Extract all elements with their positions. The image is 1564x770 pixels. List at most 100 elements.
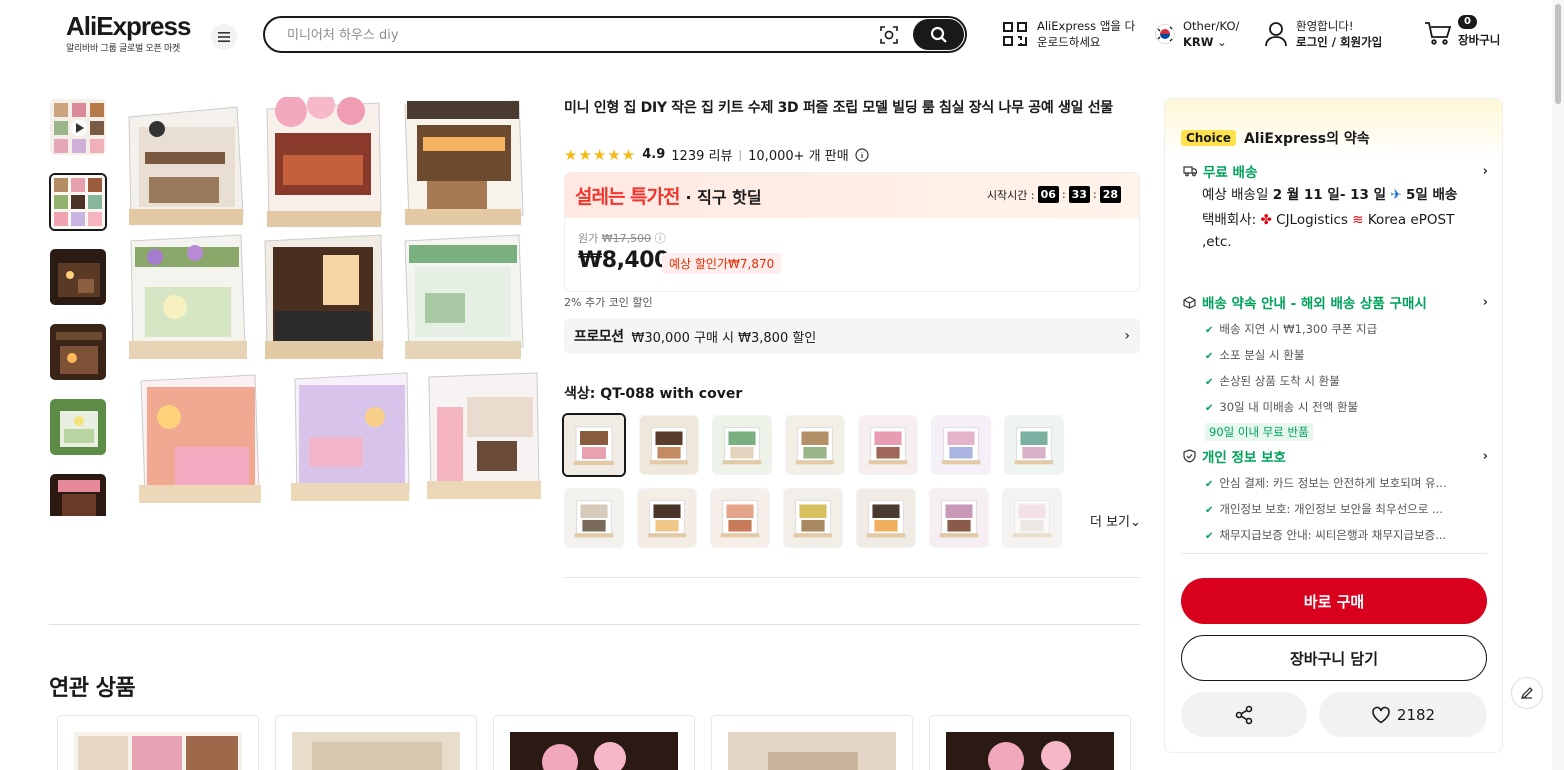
thumbnail-grid[interactable] — [49, 173, 107, 231]
heart-icon — [1372, 706, 1390, 723]
room-fridge-kitchen — [427, 372, 541, 499]
product-main-image[interactable] — [125, 97, 545, 517]
logo-text: AliExpress — [66, 11, 191, 41]
deal-name: 설레는 특가전 — [575, 186, 680, 208]
region-selector[interactable]: Other/KO/ KRW ⌄ — [1155, 18, 1239, 50]
app-download-line1: AliExpress 앱을 다 — [1037, 19, 1136, 33]
chevron-down-icon: ⌄ — [1217, 35, 1227, 49]
wishlist-button[interactable]: 2182 — [1319, 692, 1487, 737]
star-rating-icon: ★★★★★ — [564, 145, 637, 164]
color-swatch[interactable] — [562, 413, 626, 477]
timer-seconds: 28 — [1099, 186, 1121, 203]
color-swatch[interactable] — [929, 488, 989, 548]
privacy-section[interactable]: 개인 정보 보호 › ✔ 안심 결제: 카드 정보는 안전하게 보호되며 유...… — [1183, 446, 1488, 549]
color-swatch[interactable] — [931, 415, 991, 475]
color-swatch[interactable] — [858, 415, 918, 475]
related-products-list — [57, 715, 1131, 770]
buy-now-button[interactable]: 바로 구매 — [1181, 578, 1487, 624]
share-button[interactable] — [1181, 692, 1307, 737]
scroll-thumb[interactable] — [1555, 4, 1561, 104]
deal-subtitle: · 직구 핫딜 — [685, 187, 762, 207]
list-item: ✔ 개인정보 보호: 개인정보 보안을 최우선으로 ... — [1205, 502, 1443, 516]
epost-logo-icon: ≋ — [1352, 212, 1364, 228]
deal-banner: 설레는 특가전 · 직구 핫딜 시작시간 : 06 : 33 : 28 — [565, 173, 1139, 218]
color-swatch[interactable] — [710, 488, 770, 548]
choice-header: Choice AliExpress의 약속 — [1165, 99, 1502, 159]
room-cherry — [266, 97, 382, 227]
related-product-card[interactable] — [493, 715, 695, 770]
add-to-cart-button[interactable]: 장바구니 담기 — [1181, 635, 1487, 681]
rating-row[interactable]: ★★★★★ 4.9 1239 리뷰 | 10,000+ 개 판매 — [564, 145, 869, 164]
color-swatch[interactable] — [712, 415, 772, 475]
thumbnail-strip — [49, 98, 109, 516]
related-product-card[interactable] — [57, 715, 259, 770]
page-scrollbar[interactable] — [1552, 0, 1564, 770]
color-swatch[interactable] — [856, 488, 916, 548]
logo-subtitle: 알리바바 그룹 글로벌 오픈 마켓 — [66, 44, 180, 54]
menu-icon[interactable] — [211, 24, 237, 50]
thumbnail-video[interactable] — [49, 98, 107, 156]
promotion-bar[interactable]: 프로모션 ₩30,000 구매 시 ₩3,800 할인 › — [564, 318, 1140, 354]
color-swatch[interactable] — [564, 488, 624, 548]
pencil-icon — [1520, 687, 1533, 700]
delivery-days: 5일 배송 — [1405, 187, 1458, 203]
choice-title: AliExpress의 약속 — [1243, 131, 1370, 147]
divider — [564, 577, 1140, 578]
plane-icon: ✈ — [1390, 187, 1402, 203]
related-product-card[interactable] — [929, 715, 1131, 770]
shipping-section[interactable]: 무료 배송 › 예상 배송일 2 월 11 일- 13 일 ✈ 5일 배송 택배… — [1183, 161, 1488, 253]
thumbnail-5[interactable] — [49, 398, 107, 456]
aliexpress-logo[interactable]: AliExpress 알리바바 그룹 글로벌 오픈 마켓 — [66, 12, 196, 54]
divider — [1181, 553, 1487, 554]
info-icon[interactable] — [855, 147, 869, 162]
carrier-name: CJLogistics — [1276, 212, 1348, 228]
wishlist-count: 2182 — [1396, 705, 1436, 724]
room-green-shop — [404, 234, 524, 359]
korea-flag-icon — [1155, 24, 1175, 44]
check-icon: ✔ — [1205, 377, 1214, 388]
original-price-value: ₩17,500 — [601, 232, 652, 245]
more-label: 더 보기 — [1090, 515, 1131, 530]
current-price: ₩8,400 — [578, 248, 669, 273]
review-count[interactable]: 1239 리뷰 — [671, 145, 732, 164]
chevron-right-icon: › — [1482, 294, 1488, 310]
color-swatch[interactable] — [1004, 415, 1064, 475]
thumbnail-4[interactable] — [49, 323, 107, 381]
delivery-promise-title: 배송 약속 안내 - 해외 배송 상품 구매시 — [1202, 296, 1427, 312]
color-swatch[interactable] — [637, 488, 697, 548]
chevron-right-icon: › — [1482, 163, 1488, 179]
app-download[interactable]: AliExpress 앱을 다 운로드하세요 — [1002, 18, 1135, 50]
thumbnail-6[interactable] — [49, 473, 107, 516]
share-icon — [1235, 705, 1253, 724]
thumbnail-3[interactable] — [49, 248, 107, 306]
room-moon — [264, 234, 384, 359]
edit-button[interactable] — [1511, 677, 1543, 709]
color-swatch[interactable] — [783, 488, 843, 548]
related-product-card[interactable] — [275, 715, 477, 770]
search-input[interactable] — [287, 25, 867, 45]
purchase-panel: Choice AliExpress의 약속 무료 배송 › 예상 배송일 2 월… — [1164, 98, 1503, 753]
delivery-promise-section[interactable]: 배송 약속 안내 - 해외 배송 상품 구매시 › ✔ 배송 지연 시 ₩1,30… — [1183, 292, 1488, 441]
chevron-right-icon: › — [1124, 328, 1130, 344]
more-colors-button[interactable]: 더 보기⌄ — [1090, 511, 1141, 530]
list-item: ✔ 손상된 상품 도착 시 환불 — [1205, 374, 1340, 388]
info-icon[interactable]: ⓘ — [655, 232, 666, 245]
search-button[interactable] — [913, 19, 964, 50]
original-price: 원가 ₩17,500 ⓘ — [578, 230, 666, 246]
room-coffee — [128, 106, 244, 225]
delivery-label: 예상 배송일 — [1202, 187, 1269, 203]
privacy-title: 개인 정보 보호 — [1202, 450, 1286, 466]
color-swatch[interactable] — [785, 415, 845, 475]
color-swatch[interactable] — [639, 415, 699, 475]
login-link[interactable]: 로그인 / 회원가입 — [1296, 35, 1382, 49]
delivery-estimate: 예상 배송일 2 월 11 일- 13 일 ✈ 5일 배송 — [1183, 184, 1488, 206]
camera-search-icon[interactable] — [877, 23, 901, 47]
related-product-card[interactable] — [711, 715, 913, 770]
color-swatch[interactable] — [1002, 488, 1062, 548]
free-return-badge: 90일 이내 무료 반품 — [1205, 423, 1313, 441]
qr-code-icon — [1003, 22, 1027, 46]
search-bar — [263, 16, 967, 53]
check-icon: ✔ — [1205, 351, 1214, 362]
account-menu[interactable]: 환영합니다! 로그인 / 회원가입 — [1264, 18, 1382, 50]
cart-link[interactable]: 0 장바구니 — [1424, 15, 1500, 48]
